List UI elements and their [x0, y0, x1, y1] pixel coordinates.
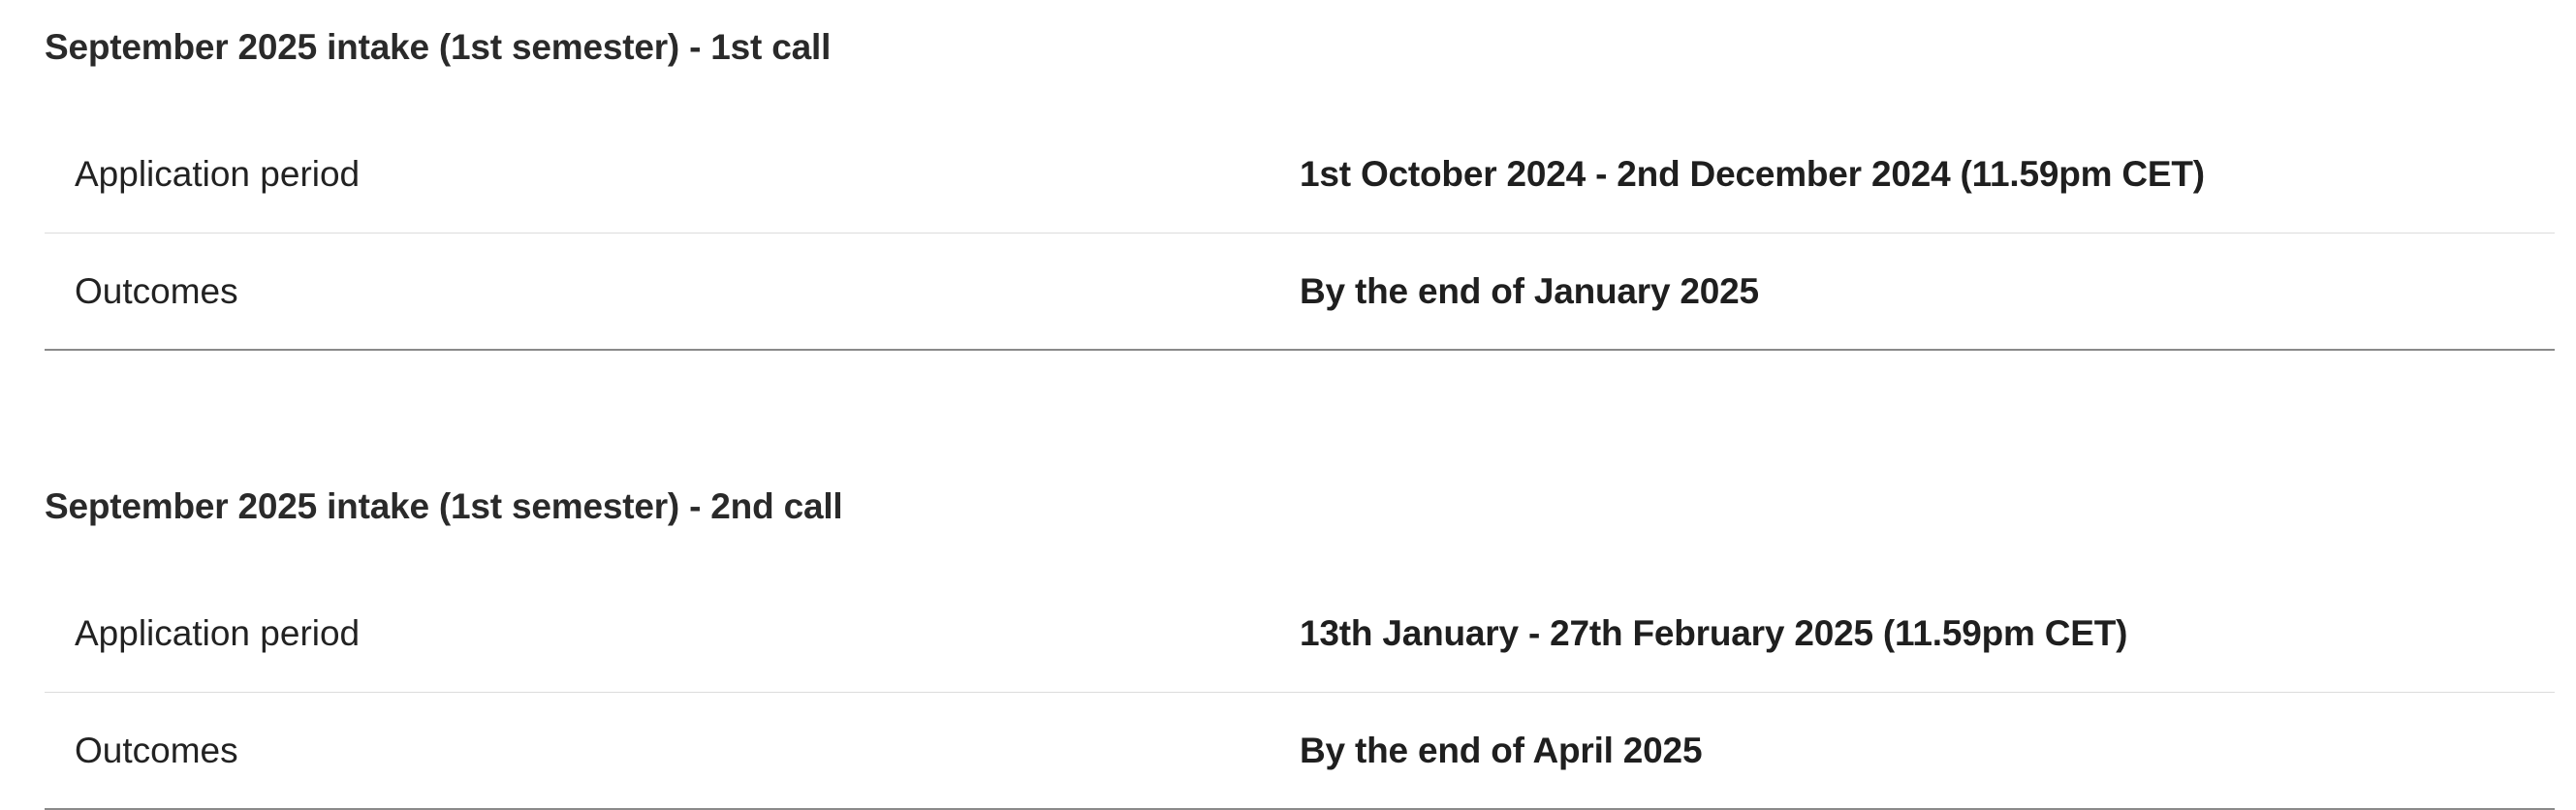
row-label: Outcomes [75, 730, 238, 770]
section-title: September 2025 intake (1st semester) - 1… [45, 27, 832, 67]
intake-schedule: September 2025 intake (1st semester) - 1… [45, 0, 2555, 810]
row-value: By the end of January 2025 [1300, 270, 1759, 311]
row-value: 1st October 2024 - 2nd December 2024 (11… [1300, 154, 2205, 194]
row-label: Application period [75, 613, 361, 653]
intake-section-1st-call: September 2025 intake (1st semester) - 1… [45, 0, 2555, 351]
intake-section-2nd-call: September 2025 intake (1st semester) - 2… [45, 459, 2555, 810]
section-title: September 2025 intake (1st semester) - 2… [45, 486, 843, 526]
schedule-table: Application period 13th January - 27th F… [45, 576, 2555, 810]
row-label: Application period [75, 154, 361, 194]
table-row: Outcomes By the end of January 2025 [45, 233, 2555, 349]
row-value: 13th January - 27th February 2025 (11.59… [1300, 613, 2128, 653]
table-row: Outcomes By the end of April 2025 [45, 692, 2555, 808]
schedule-table: Application period 1st October 2024 - 2n… [45, 116, 2555, 351]
row-value: By the end of April 2025 [1300, 730, 1703, 770]
row-label: Outcomes [75, 270, 238, 311]
table-row: Application period 13th January - 27th F… [45, 576, 2555, 692]
table-row: Application period 1st October 2024 - 2n… [45, 116, 2555, 233]
